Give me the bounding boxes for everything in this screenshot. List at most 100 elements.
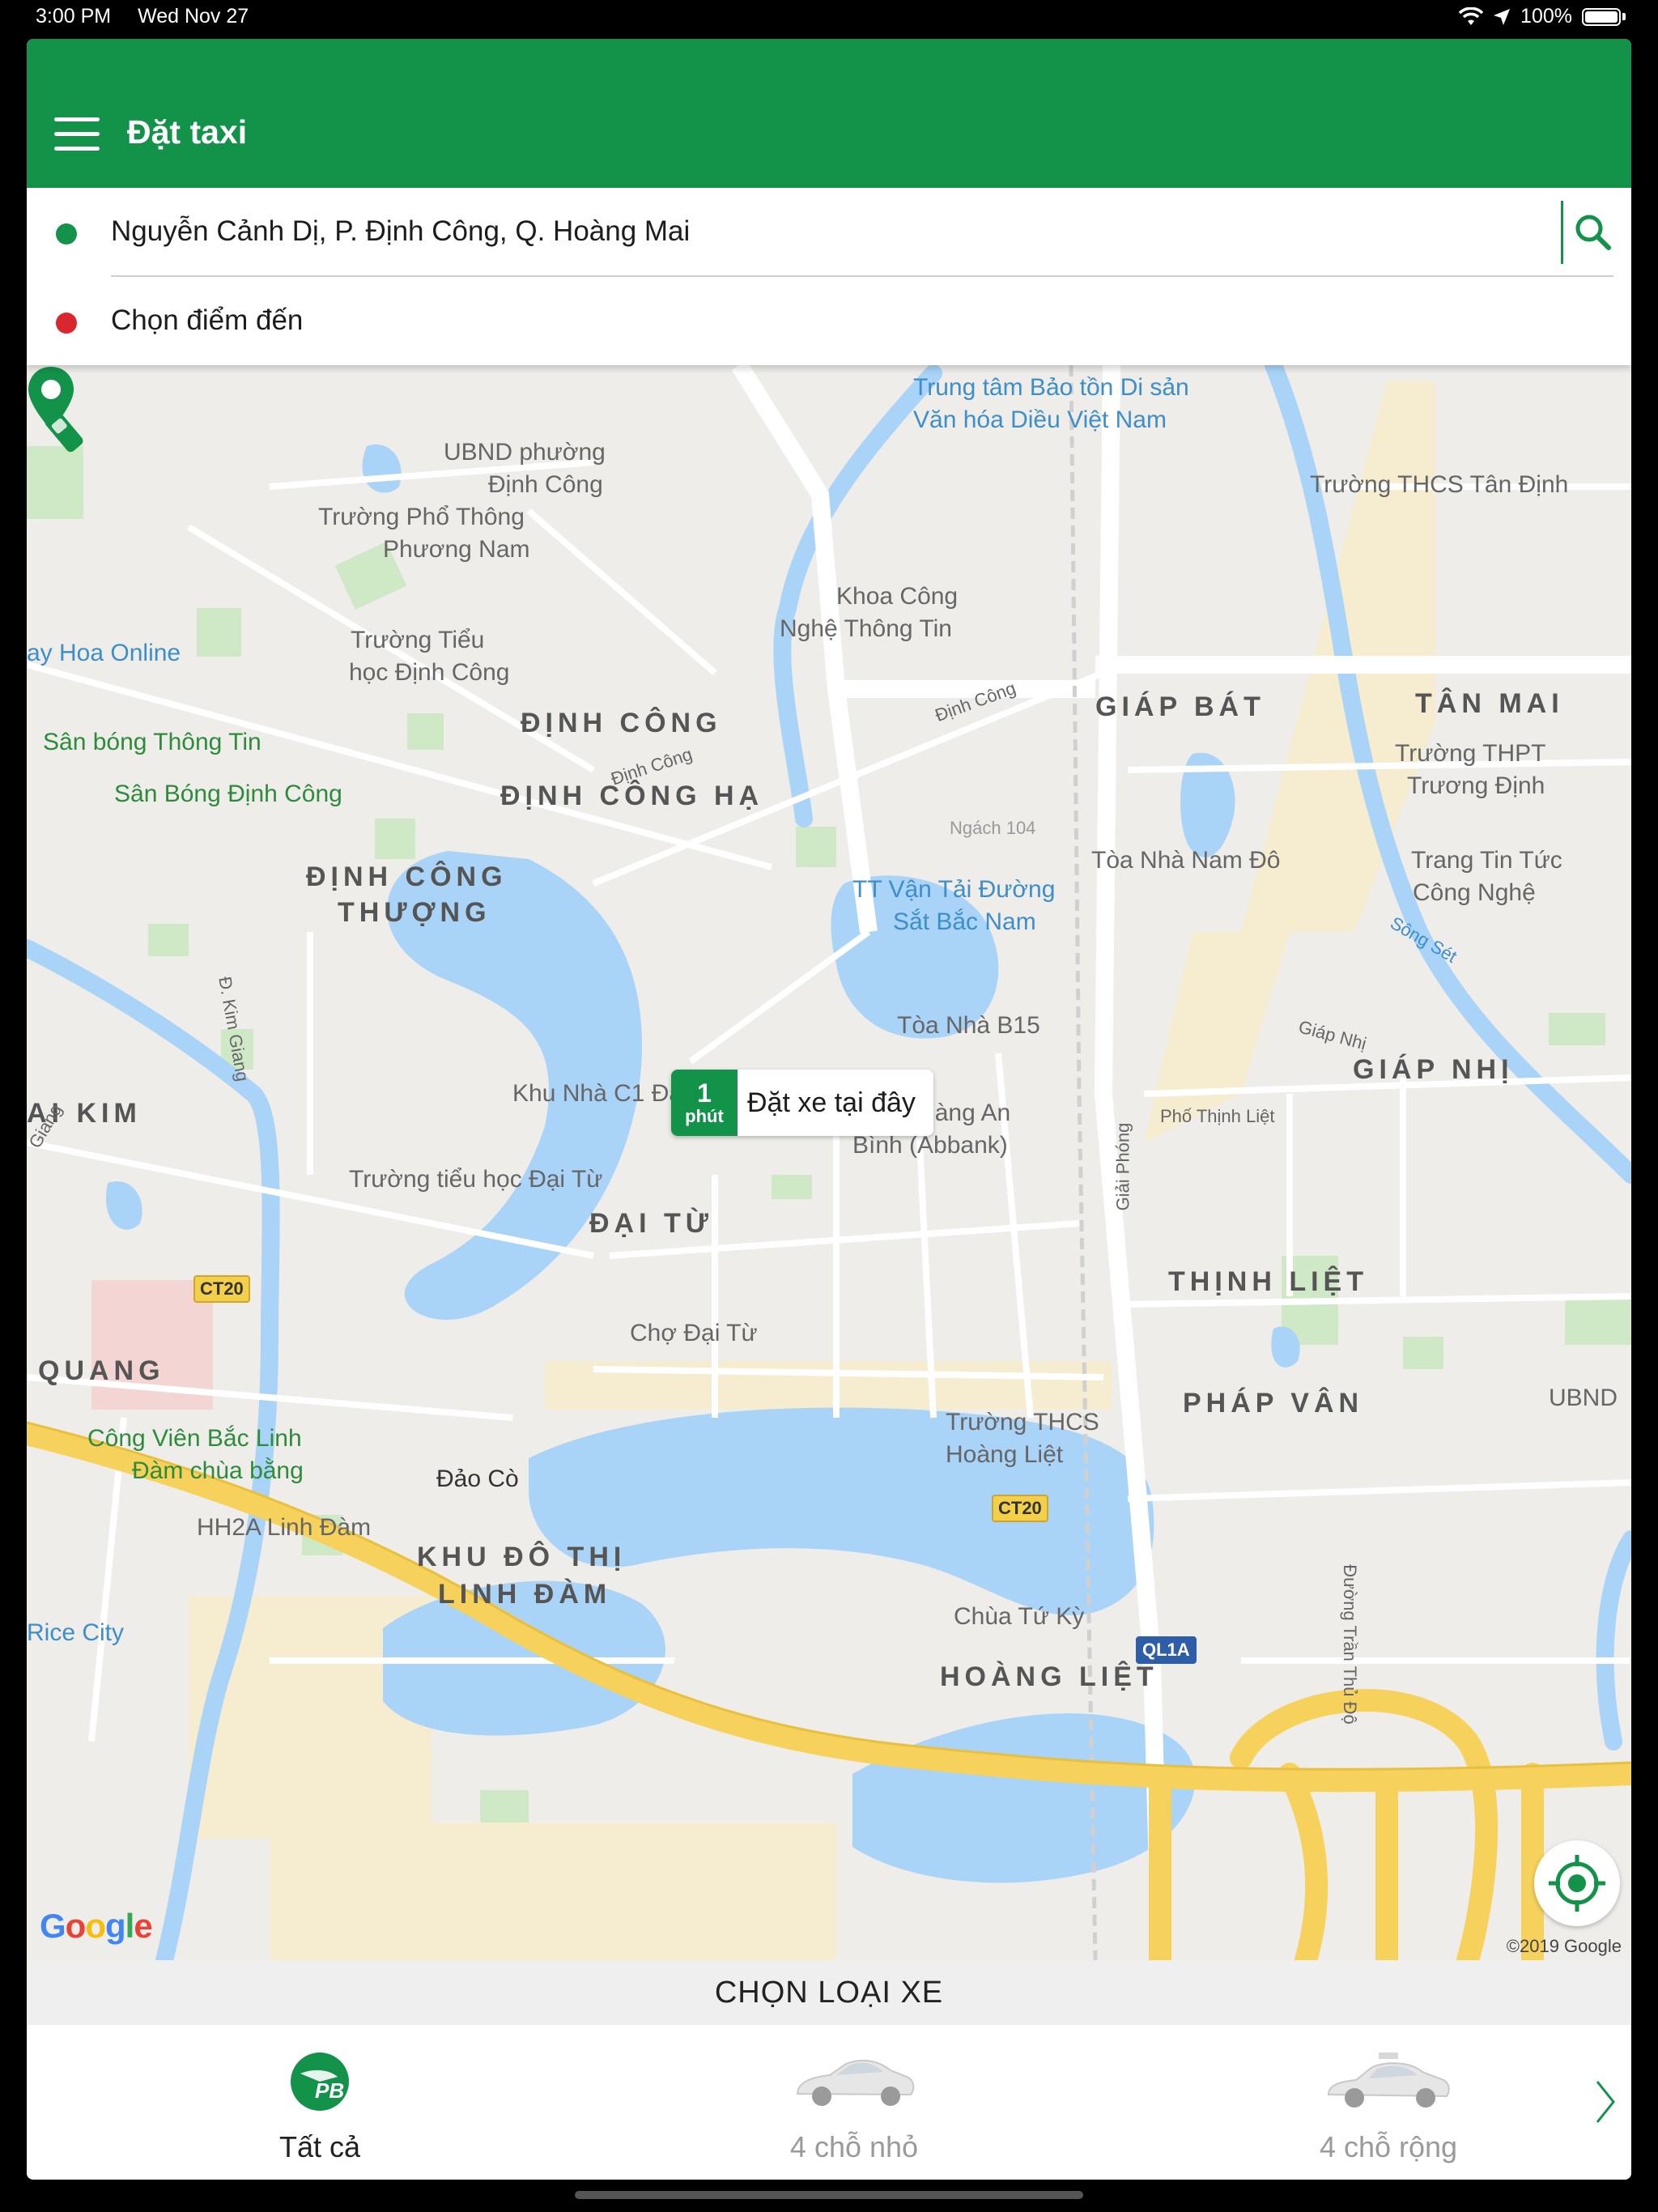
page-title: Đặt taxi [127,113,248,151]
status-bar: 3:00 PM Wed Nov 27 100% [0,0,1658,36]
road-shield: QL1A [1136,1636,1197,1664]
status-time: 3:00 PM [36,5,112,28]
map-label: UBND phường [444,439,606,466]
map-label: Trường THCS Tân Định [1310,471,1569,498]
battery-tip [1622,13,1626,20]
wifi-icon [1459,6,1484,25]
chevron-right-icon[interactable] [1589,2074,1622,2130]
map-label: HH2A Linh Đàm [197,1514,372,1541]
map-label: Sân Bóng Định Công [114,781,342,807]
map-label: Hoàng Liệt [946,1441,1064,1468]
map-label: QUANG [38,1355,165,1386]
google-logo-letter: o [65,1907,87,1945]
map-label: ĐẠI TỪ [589,1208,713,1239]
map-label: Chùa Tứ Kỳ [954,1603,1085,1630]
pickup-address[interactable]: Nguyễn Cảnh Dị, P. Định Công, Q. Hoàng M… [111,215,690,248]
map-label: Tòa Nhà Nam Đô [1091,847,1281,874]
map-label: THƯỢNG [338,897,491,928]
battery-percent: 100% [1520,5,1572,28]
map-label: học Định Công [349,659,510,686]
road-shield: CT20 [992,1495,1048,1522]
map-label: ĐỊNH CÔNG HẠ [500,781,764,811]
search-separator [1561,201,1563,264]
destination-input[interactable]: Chọn điểm đến [111,304,303,337]
map-label: HOÀNG LIỆT [940,1661,1158,1692]
destination-dot-icon [56,313,77,334]
pickup-dot-icon [56,223,77,245]
map-view[interactable]: Trung tâm Bảo tồn Di sản Văn hóa Diều Vi… [27,365,1631,1960]
google-logo-letter: e [134,1907,152,1945]
map-label: Trường THCS [946,1409,1099,1436]
vehicle-type-selector: PB Tất cả 4 chỗ nhỏ 4 chỗ rộng [27,2025,1631,2180]
google-logo-letter: G [40,1907,66,1945]
map-label: Trường Phổ Thông [318,504,525,530]
destination-row[interactable]: Chọn điểm đến [27,277,1631,366]
map-label: Giải Phóng [1112,1122,1133,1211]
map-label: Khoa Công [836,583,959,610]
small-car-icon [796,2059,915,2106]
vehicle-option-label: 4 chỗ nhỏ [789,2130,919,2163]
map-label: THỊNH LIỆT [1168,1266,1368,1297]
map-canvas [27,365,1631,1960]
app-header: Đặt taxi [27,39,1631,188]
home-indicator[interactable] [575,2191,1083,2199]
status-date: Wed Nov 27 [138,5,249,28]
map-label: TT Vận Tải Đường [852,876,1056,903]
my-location-button[interactable] [1534,1840,1620,1926]
map-label: Sân bóng Thông Tin [43,729,261,755]
hamburger-menu-icon[interactable] [54,117,100,151]
map-label: Phương Nam [383,536,530,563]
battery-icon [1582,7,1621,26]
map-label: LINH ĐÀM [438,1579,612,1610]
vehicle-option-all[interactable]: PB Tất cả [158,2025,482,2180]
google-logo-letter: l [125,1907,135,1945]
map-label: ay Hoa Online [27,640,181,666]
map-label: Trường THPT [1395,740,1546,767]
map-label: KHU ĐÔ THỊ [417,1542,627,1572]
map-label: ĐỊNH CÔNG [521,708,722,738]
map-label: Định Công [488,471,603,498]
vehicle-option-label: 4 chỗ rộng [1319,2130,1458,2163]
book-here-label: Đặt xe tại đây [747,1087,916,1118]
map-label: Rice City [27,1619,125,1646]
road-shield: CT20 [193,1275,250,1303]
map-label: Trang Tin Tức [1411,847,1562,874]
map-label: Tòa Nhà B15 [897,1012,1040,1039]
search-icon[interactable] [1571,211,1615,254]
map-label: Sắt Bắc Nam [893,908,1036,935]
map-label: Đường Trần Thủ Độ [1339,1564,1360,1725]
vehicle-option-4-seat-small[interactable]: 4 chỗ nhỏ [692,2025,1016,2180]
map-label: ĐỊNH CÔNG [306,861,508,892]
google-logo-letter: g [104,1907,126,1945]
map-label: Chợ Đại Từ [630,1320,758,1346]
vehicle-type-header: CHỌN LOẠI XE [27,1960,1631,2025]
pb-logo-icon: PB [291,2052,349,2111]
map-label: TÂN MAI [1415,688,1564,719]
map-label: GIÁP NHỊ [1353,1054,1514,1085]
address-panel: Nguyễn Cảnh Dị, P. Định Công, Q. Hoàng M… [27,188,1631,365]
map-label: Đàm chùa bằng [132,1457,304,1484]
map-label: Văn hóa Diều Việt Nam [913,406,1167,433]
pickup-row[interactable]: Nguyễn Cảnh Dị, P. Định Công, Q. Hoàng M… [27,188,1631,277]
google-logo: Google [40,1907,153,1946]
map-label: Phố Thịnh Liệt [1160,1106,1275,1126]
book-here-callout[interactable]: 1 phút Đặt xe tại đây [671,1070,933,1136]
map-label: GIÁP BÁT [1095,691,1265,722]
map-label: Nghệ Thông Tin [780,615,952,642]
map-label: UBND [1549,1385,1618,1411]
chevron-right-icon [678,1076,696,1112]
map-label: Trương Định [1407,772,1545,799]
location-arrow-icon [1494,8,1511,25]
sedan-car-icon [1327,2052,1450,2108]
map-label: Trường tiểu học Đại Từ [349,1166,603,1193]
map-label: Ngách 104 [950,818,1036,838]
app-window: Đặt taxi Nguyễn Cảnh Dị, P. Định Công, Q… [27,39,1631,2180]
map-label: Trường Tiểu [351,627,485,653]
map-copyright: ©2019 Google [1506,1936,1622,1956]
map-label: PHÁP VÂN [1183,1388,1364,1419]
svg-text:PB: PB [315,2078,344,2103]
pickup-pin-icon [28,367,83,453]
map-label: Đảo Cò [436,1465,519,1492]
vehicle-option-label: Tất cả [278,2130,361,2163]
vehicle-option-4-seat-large[interactable]: 4 chỗ rộng [1226,2025,1550,2180]
